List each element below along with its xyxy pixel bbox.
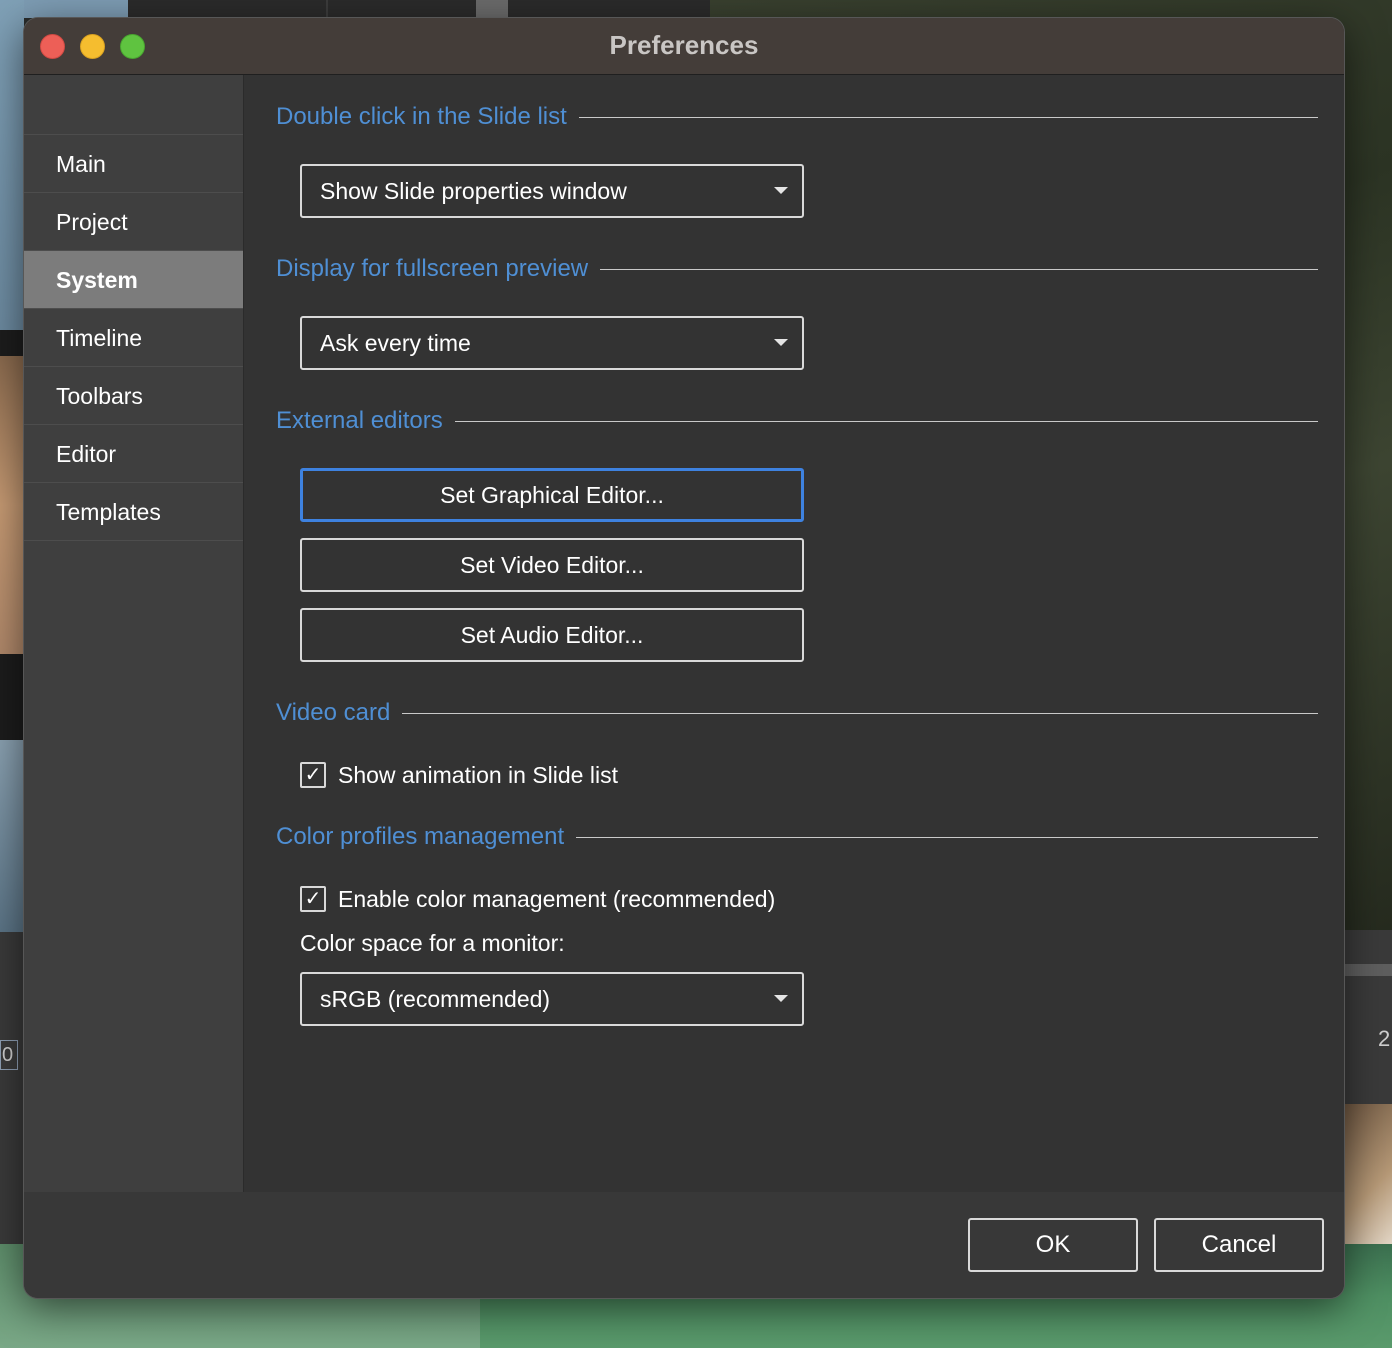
section-title: Video card	[276, 698, 403, 728]
background-scroll-knob	[476, 0, 508, 18]
set-graphical-editor-button[interactable]: Set Graphical Editor...	[300, 468, 804, 522]
title-bar: Preferences	[24, 18, 1344, 75]
sidebar-item-timeline[interactable]: Timeline	[24, 309, 243, 367]
set-audio-editor-button[interactable]: Set Audio Editor...	[300, 608, 804, 662]
monitor-color-space-select[interactable]: sRGB (recommended)	[300, 972, 804, 1026]
fullscreen-display-select[interactable]: Ask every time	[300, 316, 804, 370]
background-slide-thumbnail	[1344, 1104, 1392, 1244]
show-animation-checkbox[interactable]: ✓	[300, 762, 326, 788]
section-video-card: Video card	[276, 698, 1318, 728]
section-external-editors: External editors	[276, 406, 1318, 436]
cancel-button[interactable]: Cancel	[1154, 1218, 1324, 1272]
enable-color-management-checkbox[interactable]: ✓	[300, 886, 326, 912]
enable-color-management-label[interactable]: Enable color management (recommended)	[338, 884, 775, 914]
sidebar-item-templates[interactable]: Templates	[24, 483, 243, 541]
chevron-down-icon	[774, 995, 788, 1002]
sidebar-item-editor[interactable]: Editor	[24, 425, 243, 483]
background-divider	[326, 0, 328, 18]
dialog-footer: OK Cancel	[24, 1192, 1344, 1298]
sidebar-list: Main Project System Timeline Toolbars Ed…	[24, 134, 243, 541]
sidebar-item-main[interactable]: Main	[24, 135, 243, 193]
preferences-sidebar: Main Project System Timeline Toolbars Ed…	[24, 75, 244, 1192]
section-color-profiles: Color profiles management	[276, 822, 1318, 852]
section-double-click: Double click in the Slide list	[276, 102, 1318, 132]
background-gap	[0, 330, 24, 356]
select-value: Show Slide properties window	[320, 178, 627, 204]
ok-button[interactable]: OK	[968, 1218, 1138, 1272]
chevron-down-icon	[774, 339, 788, 346]
checkmark-icon: ✓	[304, 764, 322, 786]
chevron-down-icon	[774, 187, 788, 194]
background-slide-thumbnail	[0, 0, 24, 330]
section-title: Double click in the Slide list	[276, 102, 579, 132]
background-slide-thumbnail	[0, 740, 24, 932]
select-value: sRGB (recommended)	[320, 986, 551, 1012]
section-title: External editors	[276, 406, 455, 436]
background-scrollbar	[1344, 964, 1392, 976]
section-divider	[276, 713, 1318, 714]
set-video-editor-button[interactable]: Set Video Editor...	[300, 538, 804, 592]
background-timeline-panel	[0, 932, 24, 1244]
show-animation-label[interactable]: Show animation in Slide list	[338, 760, 618, 790]
sidebar-item-toolbars[interactable]: Toolbars	[24, 367, 243, 425]
system-settings-panel: Double click in the Slide list Show Slid…	[244, 75, 1344, 1192]
window-title: Preferences	[609, 30, 759, 60]
sidebar-item-system[interactable]: System	[24, 251, 243, 309]
preferences-window: Preferences Main Project System Timeline…	[24, 18, 1344, 1298]
section-title: Display for fullscreen preview	[276, 254, 601, 284]
section-fullscreen-preview: Display for fullscreen preview	[276, 254, 1318, 284]
double-click-action-select[interactable]: Show Slide properties window	[300, 164, 804, 218]
monitor-color-space-label: Color space for a monitor:	[300, 930, 565, 956]
background-timeline-panel	[1344, 930, 1392, 1104]
background-gap	[0, 654, 24, 740]
background-timeline-counter: 2	[1378, 1026, 1391, 1051]
background-timeline-counter: 0	[0, 1040, 18, 1070]
checkmark-icon: ✓	[304, 888, 322, 910]
section-title: Color profiles management	[276, 822, 577, 852]
background-slide-thumbnail	[0, 356, 24, 654]
select-value: Ask every time	[320, 330, 471, 356]
sidebar-item-project[interactable]: Project	[24, 193, 243, 251]
